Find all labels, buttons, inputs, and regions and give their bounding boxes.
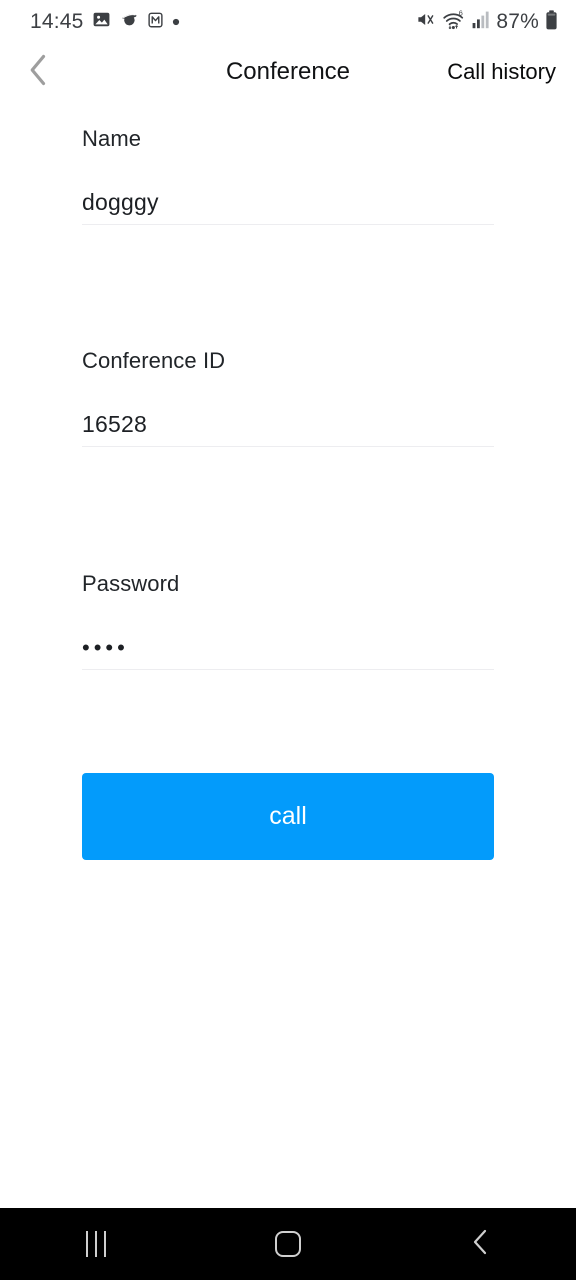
- home-icon: [275, 1231, 301, 1257]
- field-name-input[interactable]: dogggy: [82, 182, 494, 216]
- app-header: Conference Call history: [0, 44, 576, 100]
- saturn-icon: [119, 10, 139, 34]
- field-name-underline: [82, 224, 494, 225]
- status-bar-left: 14:45: [30, 10, 180, 34]
- field-conference-id-value: 16528: [82, 411, 147, 437]
- field-password-value: ••••: [82, 635, 129, 660]
- call-history-button[interactable]: Call history: [447, 59, 556, 85]
- field-name-value: dogggy: [82, 189, 159, 215]
- field-conference-id-label: Conference ID: [82, 348, 226, 373]
- signal-bars-icon: [472, 10, 490, 34]
- status-bar: 14:45 6 87%: [0, 0, 576, 44]
- nav-recents-button[interactable]: [0, 1208, 192, 1280]
- nav-home-button[interactable]: [192, 1208, 384, 1280]
- status-bar-right: 6 87%: [415, 8, 558, 35]
- boxed-m-icon: [147, 11, 164, 34]
- field-name-label: Name: [82, 126, 142, 151]
- status-clock: 14:45: [30, 10, 84, 33]
- battery-icon: [545, 9, 558, 35]
- photo-icon: [92, 10, 111, 34]
- mute-icon: [415, 10, 436, 34]
- svg-text:6: 6: [459, 10, 463, 18]
- back-icon: [470, 1228, 490, 1261]
- field-password: Password ••••: [82, 571, 494, 670]
- field-name: Name dogggy: [82, 126, 494, 225]
- android-nav-bar: [0, 1208, 576, 1280]
- field-password-underline: [82, 669, 494, 670]
- recents-icon: [86, 1231, 106, 1257]
- field-conference-id-input[interactable]: 16528: [82, 404, 494, 438]
- dot-icon: [172, 13, 180, 31]
- chevron-left-icon: [27, 53, 49, 92]
- field-password-label: Password: [82, 571, 180, 596]
- field-password-input[interactable]: ••••: [82, 627, 494, 661]
- conference-form: Name dogggy Conference ID 16528 Password…: [0, 100, 576, 1208]
- field-conference-id: Conference ID 16528: [82, 348, 494, 447]
- battery-percent-label: 87%: [496, 10, 539, 33]
- field-conference-id-underline: [82, 446, 494, 447]
- phone-screen: 14:45 6 87% Conference Call history Name…: [0, 0, 576, 1280]
- nav-back-button[interactable]: [384, 1208, 576, 1280]
- wifi-6-icon: 6: [442, 8, 466, 35]
- call-button[interactable]: call: [82, 773, 494, 860]
- header-back-button[interactable]: [18, 52, 58, 92]
